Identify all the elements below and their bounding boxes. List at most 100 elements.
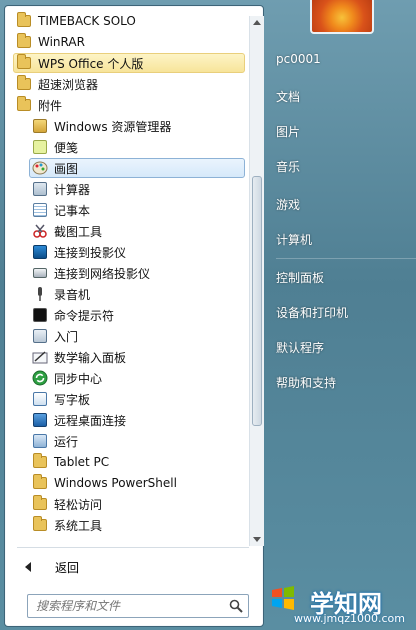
run-icon (32, 433, 48, 449)
menu-item-label: TIMEBACK SOLO (38, 14, 136, 28)
menu-item-label: 便笺 (54, 140, 79, 155)
menu-item-label: 录音机 (54, 287, 91, 302)
menu-item-label: 连接到网络投影仪 (54, 266, 151, 281)
program-list-panel: TIMEBACK SOLO WinRAR WPS Office 个人版 超速浏览… (4, 5, 264, 627)
folder-icon (16, 75, 32, 92)
menu-item-windows-explorer[interactable]: Windows 资源管理器 (29, 116, 245, 136)
paint-icon (32, 160, 48, 176)
menu-item-label: WPS Office 个人版 (38, 56, 144, 71)
menu-item-label: 远程桌面连接 (54, 413, 127, 428)
folder-icon (32, 516, 48, 533)
menu-item-remote-desktop[interactable]: 远程桌面连接 (29, 410, 245, 430)
right-item-help-support[interactable]: 帮助和支持 (276, 374, 336, 391)
command-prompt-icon (32, 307, 48, 323)
menu-item-math-input[interactable]: 数学输入面板 (29, 347, 245, 367)
folder-icon (16, 96, 32, 113)
menu-item-label: 同步中心 (54, 371, 103, 386)
menu-item-calculator[interactable]: 计算器 (29, 179, 245, 199)
search-input[interactable] (34, 598, 228, 614)
menu-item-label: 记事本 (54, 203, 91, 218)
menu-item-notepad[interactable]: 记事本 (29, 200, 245, 220)
right-item-default-programs[interactable]: 默认程序 (276, 339, 324, 356)
menu-item-wordpad[interactable]: 写字板 (29, 389, 245, 409)
menu-item-command-prompt[interactable]: 命令提示符 (29, 305, 245, 325)
windows-logo-icon (272, 586, 294, 610)
menu-item-run[interactable]: 运行 (29, 431, 245, 451)
menu-item-label: Tablet PC (54, 455, 110, 469)
menu-item-label: Windows PowerShell (54, 476, 177, 490)
search-box[interactable] (27, 594, 249, 618)
folder-icon (32, 453, 48, 470)
right-item-pictures[interactable]: 图片 (276, 123, 300, 140)
back-button[interactable]: 返回 (17, 556, 249, 578)
menu-item-sync-center[interactable]: 同步中心 (29, 368, 245, 388)
menu-item-label: 连接到投影仪 (54, 245, 127, 260)
menu-item-ease-of-access[interactable]: 轻松访问 (29, 494, 245, 514)
folder-icon (16, 12, 32, 29)
menu-item-snipping-tool[interactable]: 截图工具 (29, 221, 245, 241)
menu-item-getting-started[interactable]: 入门 (29, 326, 245, 346)
right-panel: pc0001 文档 图片 音乐 游戏 计算机 控制面板 设备和打印机 默认程序 … (266, 0, 416, 630)
menu-item-browser[interactable]: 超速浏览器 (13, 74, 245, 94)
menu-item-system-tools[interactable]: 系统工具 (29, 515, 245, 535)
sticky-notes-icon (32, 139, 48, 155)
menu-item-tablet-pc[interactable]: Tablet PC (29, 452, 245, 472)
menu-item-sound-recorder[interactable]: 录音机 (29, 284, 245, 304)
getting-started-icon (32, 328, 48, 344)
menu-item-label: 命令提示符 (54, 308, 115, 323)
wordpad-icon (32, 391, 48, 407)
folder-icon (32, 474, 48, 491)
watermark: 学知网 www.jmqz1000.com (266, 578, 416, 630)
scrollbar-thumb[interactable] (252, 176, 262, 426)
user-name[interactable]: pc0001 (276, 52, 321, 66)
right-item-music[interactable]: 音乐 (276, 158, 300, 175)
explorer-icon (32, 118, 48, 134)
menu-item-label: WinRAR (38, 35, 85, 49)
sound-recorder-icon (32, 286, 48, 302)
menu-item-powershell[interactable]: Windows PowerShell (29, 473, 245, 493)
user-avatar[interactable] (310, 0, 374, 34)
menu-item-label: 写字板 (54, 392, 91, 407)
menu-divider (17, 547, 249, 548)
scroll-down-icon[interactable] (253, 537, 261, 542)
menu-item-label: 计算器 (54, 182, 91, 197)
search-icon[interactable] (228, 598, 244, 614)
menu-item-label: 入门 (54, 329, 79, 344)
menu-item-network-projector[interactable]: 连接到网络投影仪 (29, 263, 245, 283)
menu-item-label: 截图工具 (54, 224, 103, 239)
menu-item-label: 附件 (38, 98, 63, 113)
menu-item-winrar[interactable]: WinRAR (13, 32, 245, 52)
remote-desktop-icon (32, 412, 48, 428)
right-item-games[interactable]: 游戏 (276, 196, 300, 213)
projector-icon (32, 244, 48, 260)
menu-item-accessories[interactable]: 附件 (13, 95, 245, 115)
right-item-control-panel[interactable]: 控制面板 (276, 269, 324, 286)
menu-item-wps-office[interactable]: WPS Office 个人版 (13, 53, 245, 73)
menu-item-label: Windows 资源管理器 (54, 119, 172, 134)
menu-item-sticky-notes[interactable]: 便笺 (29, 137, 245, 157)
calculator-icon (32, 181, 48, 197)
menu-item-label: 画图 (54, 161, 79, 176)
scroll-up-icon[interactable] (253, 20, 261, 25)
right-item-computer[interactable]: 计算机 (276, 231, 312, 248)
menu-item-connect-projector[interactable]: 连接到投影仪 (29, 242, 245, 262)
math-input-icon (32, 349, 48, 365)
back-label: 返回 (55, 560, 80, 575)
snipping-tool-icon (32, 223, 48, 239)
menu-item-label: 系统工具 (54, 518, 103, 533)
menu-item-label: 数学输入面板 (54, 350, 127, 365)
menu-item-label: 运行 (54, 434, 79, 449)
program-list-scrollbar[interactable] (249, 16, 264, 546)
sync-center-icon (32, 370, 48, 386)
watermark-url: www.jmqz1000.com (294, 612, 405, 625)
menu-item-timeback-solo[interactable]: TIMEBACK SOLO (13, 11, 245, 31)
folder-icon (32, 495, 48, 512)
back-arrow-icon (25, 562, 31, 572)
network-projector-icon (32, 265, 48, 281)
folder-icon (16, 54, 32, 71)
start-menu-window: TIMEBACK SOLO WinRAR WPS Office 个人版 超速浏览… (0, 0, 416, 630)
menu-item-paint[interactable]: 画图 (29, 158, 245, 178)
right-item-devices-printers[interactable]: 设备和打印机 (276, 304, 348, 321)
folder-icon (16, 33, 32, 50)
right-item-documents[interactable]: 文档 (276, 88, 300, 105)
